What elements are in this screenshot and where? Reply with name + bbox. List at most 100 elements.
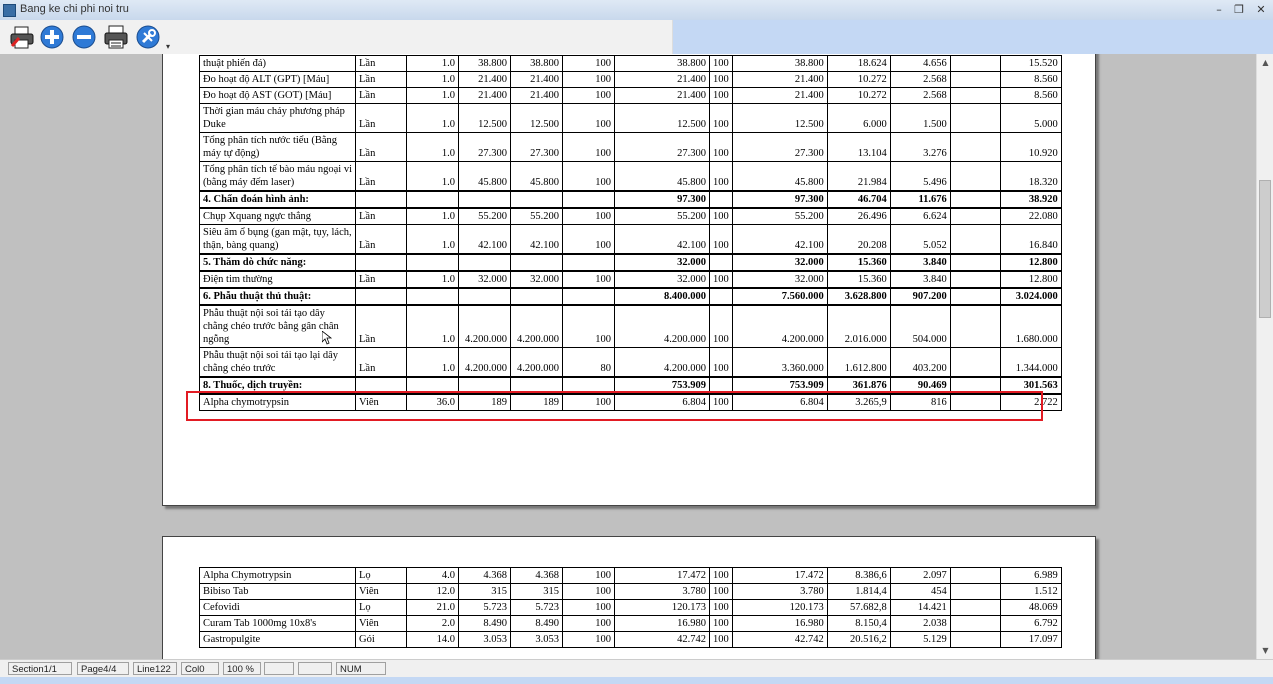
table-cell: 6.000	[826, 103, 891, 133]
table-cell: 45.800	[458, 161, 511, 192]
table-cell: 32.000	[458, 270, 511, 289]
table-cell	[949, 190, 1001, 209]
table-cell: 5.129	[889, 631, 951, 648]
table-row: Đo hoạt độ AST (GOT) [Máu] Lần 1.0 21.400 21…	[199, 87, 1062, 104]
table-cell	[510, 376, 563, 395]
print-setup-icon[interactable]	[9, 24, 35, 50]
table-row: Curam Tab 1000mg 10x8's Viên 2.0 8.490 8.490…	[199, 615, 1062, 632]
print-icon[interactable]	[103, 24, 129, 50]
table-cell	[949, 393, 1001, 411]
table-cell: 10.272	[826, 87, 891, 104]
table-cell	[949, 224, 1001, 255]
table-cell: 12.500	[731, 103, 828, 133]
table-cell	[949, 567, 1001, 584]
table-cell: 1.814,4	[826, 583, 891, 600]
table-cell: 907.200	[889, 287, 951, 306]
table-cell: 100	[562, 599, 615, 616]
table-cell: 5. Thăm dò chức năng:	[199, 253, 356, 272]
section-row: 4. Chẩn đoán hình ảnh: 97.300 97.300 46.704…	[199, 190, 1062, 209]
table-cell: 45.800	[614, 161, 710, 192]
table-cell: Siêu âm ổ bụng (gan mật, tụy, lách, thận…	[199, 224, 356, 255]
toolbar-pane: ▾	[0, 20, 673, 54]
table-cell: 55.200	[510, 207, 563, 225]
vertical-scrollbar[interactable]: ▲ ▼	[1256, 54, 1273, 659]
table-cell: 8.560	[999, 71, 1062, 88]
table-cell: Alpha chymotrypsin	[199, 393, 356, 411]
table-cell: 100	[562, 71, 615, 88]
table-cell: 100	[562, 631, 615, 648]
table-cell: 100	[709, 161, 733, 192]
table-cell: 20.208	[826, 224, 891, 255]
table-cell: 12.0	[406, 583, 459, 600]
scroll-thumb[interactable]	[1259, 180, 1271, 318]
close-button[interactable]: ✕	[1250, 2, 1272, 17]
table-cell: 12.800	[999, 253, 1062, 272]
table-cell: Viên	[355, 615, 407, 632]
table-cell: Đo hoạt độ ALT (GPT) [Máu]	[199, 71, 356, 88]
table-row: Gastropulgite Gói 14.0 3.053 3.053 100 42.742 1…	[199, 631, 1062, 648]
table-cell: 26.496	[826, 207, 891, 225]
table-cell: 120.173	[614, 599, 710, 616]
report-viewport[interactable]: thuật phiến đá) Lần 1.0 38.800 38.800 100 38.8…	[0, 54, 1256, 659]
table-cell: 100	[562, 304, 615, 348]
table-cell: 1.0	[406, 207, 459, 225]
minimize-button[interactable]: –	[1208, 2, 1230, 17]
table-cell: 5.723	[458, 599, 511, 616]
title-bar: Bang ke chi phi noi tru – ❐ ✕	[0, 0, 1273, 21]
table-cell: 4.656	[889, 55, 951, 72]
table-cell	[949, 103, 1001, 133]
scroll-down-button[interactable]: ▼	[1257, 642, 1273, 659]
report-page-4: thuật phiến đá) Lần 1.0 38.800 38.800 100 38.8…	[162, 54, 1096, 506]
table-cell: 315	[510, 583, 563, 600]
table-cell	[949, 287, 1001, 306]
table-cell: 120.173	[731, 599, 828, 616]
table-cell: 55.200	[731, 207, 828, 225]
status-num: NUM	[336, 662, 386, 675]
table-cell: 38.800	[731, 55, 828, 72]
table-cell: 27.300	[731, 132, 828, 162]
table-cell: Lần	[355, 132, 407, 162]
table-cell	[406, 190, 459, 209]
table-cell	[562, 376, 615, 395]
table-cell: Lần	[355, 304, 407, 348]
table-cell: 1.0	[406, 224, 459, 255]
table-cell: 4.0	[406, 567, 459, 584]
table-cell: 32.000	[614, 253, 710, 272]
table-cell: 100	[709, 304, 733, 348]
table-cell: 100	[562, 161, 615, 192]
table-cell: 100	[562, 55, 615, 72]
table-cell: 100	[562, 615, 615, 632]
table-cell: 4.200.000	[458, 304, 511, 348]
table-cell: 7.560.000	[731, 287, 828, 306]
scroll-up-button[interactable]: ▲	[1257, 54, 1273, 71]
table-cell: 42.742	[731, 631, 828, 648]
table-cell: Lần	[355, 207, 407, 225]
zoom-in-icon[interactable]	[39, 24, 65, 50]
tools-icon[interactable]	[135, 24, 161, 50]
table-cell: 3.053	[458, 631, 511, 648]
table-cell	[562, 287, 615, 306]
billing-table-page2: Alpha Chymotrypsin Lọ 4.0 4.368 4.368 100 17.4…	[199, 567, 1062, 648]
mouse-cursor-icon	[322, 331, 332, 345]
table-cell: 13.104	[826, 132, 891, 162]
table-cell: 100	[562, 393, 615, 411]
table-cell: 15.360	[826, 270, 891, 289]
table-cell: Thời gian máu chảy phương pháp Duke	[199, 103, 356, 133]
table-cell: 100	[709, 71, 733, 88]
table-cell: Lần	[355, 347, 407, 378]
zoom-out-icon[interactable]	[71, 24, 97, 50]
toolbar-more-arrow[interactable]: ▾	[166, 42, 170, 51]
status-section: Section1/1	[8, 662, 72, 675]
table-cell: Viên	[355, 583, 407, 600]
table-cell	[949, 55, 1001, 72]
maximize-button[interactable]: ❐	[1228, 2, 1250, 17]
table-cell: 5.000	[999, 103, 1062, 133]
table-cell: 2.568	[889, 71, 951, 88]
table-cell	[510, 253, 563, 272]
table-cell	[406, 253, 459, 272]
table-cell: 3.628.800	[826, 287, 891, 306]
table-cell: Điện tim thường	[199, 270, 356, 289]
table-cell: 4. Chẩn đoán hình ảnh:	[199, 190, 356, 209]
table-cell: Viên	[355, 393, 407, 411]
table-cell	[949, 304, 1001, 348]
